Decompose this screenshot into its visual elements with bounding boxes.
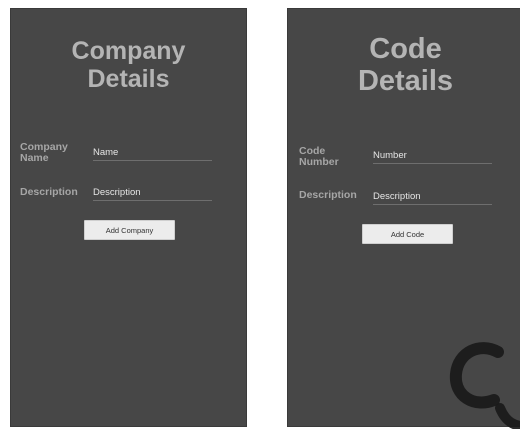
add-code-button[interactable]: Add Code xyxy=(362,224,453,244)
company-description-input[interactable] xyxy=(93,185,212,201)
code-number-label: Code Number xyxy=(299,145,339,169)
code-page-title: Code Details xyxy=(288,33,520,98)
screenshot-stage: Company Details Company Name Description… xyxy=(0,0,520,429)
company-name-label: Company Name xyxy=(20,141,68,165)
company-title-line2: Details xyxy=(87,65,170,93)
code-title-line2: Details xyxy=(357,65,454,98)
add-company-button[interactable]: Add Company xyxy=(84,220,175,240)
watermark-graphic xyxy=(449,342,520,429)
code-description-label: Description xyxy=(299,189,357,201)
company-details-screen: Company Details Company Name Description… xyxy=(10,8,247,427)
code-title-line1: Code xyxy=(369,33,442,65)
code-number-input[interactable] xyxy=(373,148,492,164)
company-name-input[interactable] xyxy=(93,145,212,161)
company-description-label: Description xyxy=(20,186,78,198)
code-description-input[interactable] xyxy=(373,189,492,205)
company-title-line1: Company xyxy=(71,37,186,65)
company-page-title: Company Details xyxy=(11,37,246,93)
